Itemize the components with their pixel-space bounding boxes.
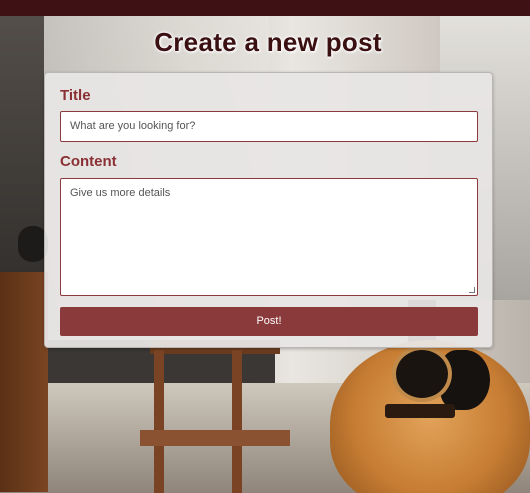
post-button[interactable]: Post!: [60, 307, 478, 336]
background-chair-leg: [154, 350, 164, 493]
title-input[interactable]: What are you looking for?: [60, 111, 478, 142]
background-table: [0, 272, 48, 492]
content-label: Content: [60, 153, 117, 170]
background-guitar-soundhole: [392, 346, 452, 402]
content-placeholder: Give us more details: [70, 187, 171, 199]
background-chair-leg: [232, 350, 242, 493]
background-guitar-bridge: [385, 404, 455, 418]
background-chair-seat: [140, 430, 290, 446]
new-post-form: Title What are you looking for? Content …: [44, 72, 493, 348]
content-textarea[interactable]: Give us more details: [60, 178, 478, 296]
top-nav-bar: [0, 0, 530, 16]
page-title: Create a new post: [154, 27, 382, 57]
resize-handle-icon[interactable]: [469, 287, 475, 293]
title-label: Title: [60, 87, 91, 104]
